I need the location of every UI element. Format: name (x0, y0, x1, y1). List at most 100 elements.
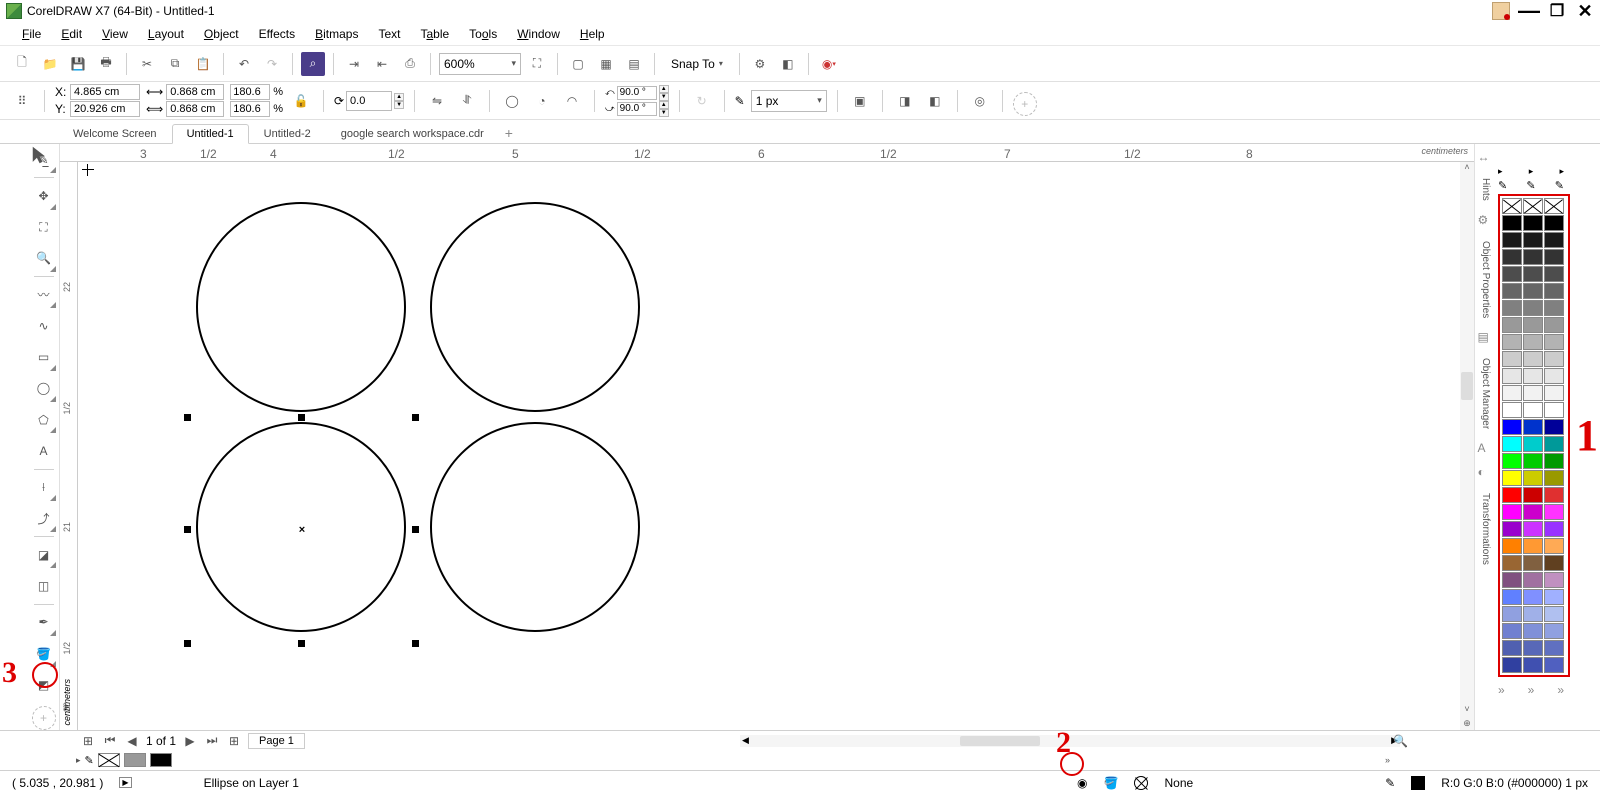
selection-center[interactable]: × (299, 524, 305, 536)
color-swatch[interactable] (1523, 657, 1543, 673)
docker-icon[interactable]: ⚙ (1478, 213, 1494, 229)
width-input[interactable] (166, 84, 224, 100)
export-icon[interactable]: ⇤ (370, 52, 394, 76)
no-color-swatch[interactable] (1544, 198, 1564, 214)
menu-table[interactable]: Table (410, 24, 459, 44)
freehand-tool[interactable]: 〰 (30, 279, 58, 310)
color-swatch[interactable] (1544, 606, 1564, 622)
ellipse-object[interactable] (196, 202, 406, 412)
color-swatch[interactable] (1502, 232, 1522, 248)
color-swatch[interactable] (1502, 436, 1522, 452)
color-swatch[interactable] (1502, 555, 1522, 571)
cut-icon[interactable]: ✂ (135, 52, 159, 76)
minimize-button[interactable]: — (1520, 2, 1538, 20)
shape-tool[interactable]: ✥ (30, 180, 58, 211)
color-swatch[interactable] (1502, 470, 1522, 486)
search-icon[interactable]: ⌕ (301, 52, 325, 76)
docker-tab-obj-mgr[interactable]: Object Manager (1480, 354, 1491, 433)
rulers-icon[interactable]: ▢ (566, 52, 590, 76)
color-swatch[interactable] (1502, 385, 1522, 401)
transparency-tool[interactable]: ◫ (30, 570, 58, 601)
play-icon[interactable]: ▶ (119, 777, 131, 788)
color-swatch[interactable] (1523, 436, 1543, 452)
color-swatch[interactable] (1544, 266, 1564, 282)
wrap-text-icon[interactable]: ▣ (848, 89, 872, 113)
color-swatch[interactable] (1502, 589, 1522, 605)
color-swatch[interactable] (1544, 504, 1564, 520)
docker-icon[interactable]: ◐ (1478, 465, 1494, 481)
color-swatch[interactable] (1544, 572, 1564, 588)
color-swatch[interactable] (1502, 572, 1522, 588)
drawing-canvas[interactable]: × (78, 162, 1474, 730)
color-swatch[interactable] (1523, 521, 1543, 537)
color-swatch[interactable] (1523, 402, 1543, 418)
color-swatch[interactable] (1544, 453, 1564, 469)
new-icon[interactable]: 🗋 (10, 52, 34, 76)
polygon-tool[interactable]: ⬠ (30, 404, 58, 435)
color-swatch[interactable] (124, 753, 146, 767)
menu-edit[interactable]: Edit (51, 24, 92, 44)
color-swatch[interactable] (1544, 385, 1564, 401)
docker-tab-hints[interactable]: Hints (1480, 174, 1491, 205)
color-swatch[interactable] (1523, 504, 1543, 520)
color-swatch[interactable] (1502, 504, 1522, 520)
selection-handle[interactable] (412, 526, 419, 533)
launcher-icon[interactable]: ◧ (776, 52, 800, 76)
page-tab[interactable]: Page 1 (248, 733, 305, 749)
color-swatch[interactable] (1502, 249, 1522, 265)
open-icon[interactable]: 📁 (38, 52, 62, 76)
ellipse-object[interactable] (430, 422, 640, 632)
color-swatch[interactable] (1544, 657, 1564, 673)
color-swatch[interactable] (1523, 606, 1543, 622)
color-swatch[interactable] (1523, 334, 1543, 350)
color-swatch[interactable] (1502, 453, 1522, 469)
color-swatch[interactable] (1544, 487, 1564, 503)
color-swatch[interactable] (1544, 334, 1564, 350)
palette-flyout-icon[interactable]: ▸ (1498, 166, 1503, 177)
docker-tab-transform[interactable]: Transformations (1480, 489, 1491, 569)
color-swatch[interactable] (1502, 266, 1522, 282)
color-swatch[interactable] (1523, 385, 1543, 401)
color-swatch[interactable] (1544, 232, 1564, 248)
color-swatch[interactable] (1523, 300, 1543, 316)
no-color-swatch[interactable] (1502, 198, 1522, 214)
fill-none-indicator[interactable] (1134, 776, 1148, 790)
y-position-input[interactable] (70, 101, 140, 117)
selection-handle[interactable] (184, 414, 191, 421)
color-swatch[interactable] (1544, 419, 1564, 435)
fullscreen-icon[interactable]: ⛶ (525, 52, 549, 76)
palette-scroll-icon[interactable]: » (1528, 683, 1535, 697)
color-swatch[interactable] (150, 753, 172, 767)
scrollbar-thumb[interactable] (1461, 372, 1473, 400)
color-swatch[interactable] (1523, 249, 1543, 265)
outline-color-indicator[interactable] (1411, 776, 1425, 790)
palette-scroll-icon[interactable]: » (1385, 755, 1390, 765)
color-swatch[interactable] (1523, 419, 1543, 435)
new-tab-button[interactable]: + (499, 123, 519, 143)
connector-tool[interactable]: ⤴ (30, 503, 58, 534)
add-page-after-icon[interactable]: ⊞ (226, 734, 242, 748)
color-swatch[interactable] (1544, 402, 1564, 418)
arc-icon[interactable]: ◠ (560, 89, 584, 113)
user-avatar[interactable] (1492, 2, 1510, 20)
selection-handle[interactable] (298, 414, 305, 421)
color-swatch[interactable] (1502, 538, 1522, 554)
color-swatch[interactable] (1502, 317, 1522, 333)
color-swatch[interactable] (1544, 283, 1564, 299)
rectangle-tool[interactable]: ▭ (30, 342, 58, 373)
import-icon[interactable]: ⇥ (342, 52, 366, 76)
menu-effects[interactable]: Effects (249, 24, 305, 44)
color-swatch[interactable] (1544, 640, 1564, 656)
grid-icon[interactable]: ▦ (594, 52, 618, 76)
color-swatch[interactable] (1544, 623, 1564, 639)
maximize-button[interactable]: ❐ (1548, 2, 1566, 20)
undo-icon[interactable]: ↶ (232, 52, 256, 76)
color-swatch[interactable] (1523, 266, 1543, 282)
palette-scroll-icon[interactable]: » (1557, 683, 1564, 697)
doc-tab[interactable]: Untitled-2 (249, 124, 326, 143)
last-page-icon[interactable]: ⏭ (204, 733, 220, 748)
eyedropper-icon[interactable]: ✎ (85, 754, 94, 767)
color-proof-icon[interactable]: ◉ (1077, 776, 1087, 790)
color-swatch[interactable] (1544, 436, 1564, 452)
scale-x-input[interactable] (230, 84, 270, 100)
